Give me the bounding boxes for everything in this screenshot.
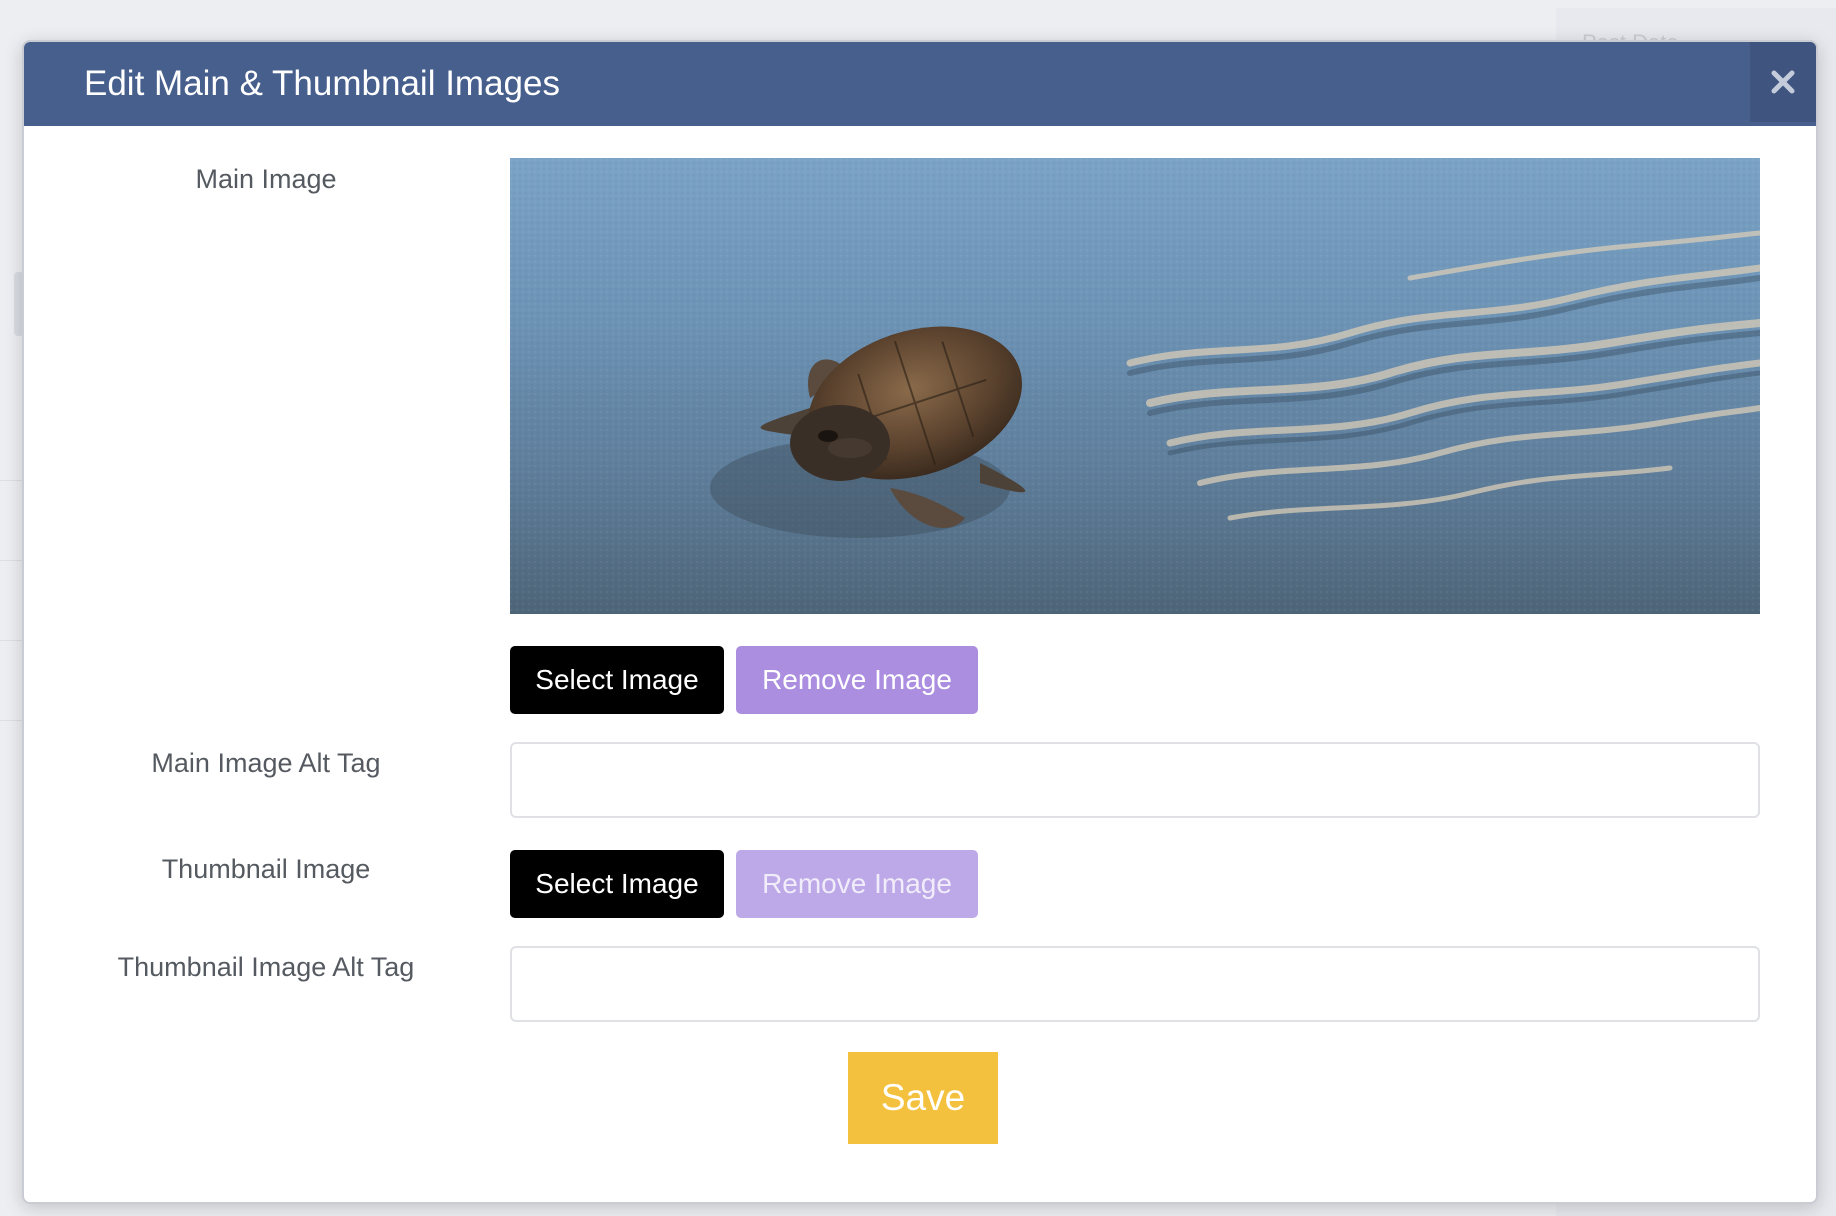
background-divider	[0, 560, 24, 561]
thumbnail-image-label: Thumbnail Image	[161, 854, 371, 884]
modal-title: Edit Main & Thumbnail Images	[84, 64, 560, 103]
close-button[interactable]	[1750, 42, 1816, 122]
sea-turtle-image	[510, 158, 1760, 614]
background-divider	[0, 640, 24, 641]
main-select-image-button[interactable]: Select Image	[510, 646, 724, 714]
main-image-label: Main Image	[195, 164, 337, 194]
close-x-icon	[1771, 70, 1795, 94]
save-button[interactable]: Save	[848, 1052, 998, 1144]
modal-header: Edit Main & Thumbnail Images	[24, 42, 1816, 126]
main-image-alt-input[interactable]	[510, 742, 1760, 818]
main-remove-image-button[interactable]: Remove Image	[736, 646, 978, 714]
background-divider	[0, 720, 24, 721]
thumbnail-select-image-button[interactable]: Select Image	[510, 850, 724, 918]
thumbnail-image-alt-label: Thumbnail Image Alt Tag	[117, 952, 415, 982]
background-divider	[0, 480, 24, 481]
main-image-alt-label: Main Image Alt Tag	[151, 748, 381, 778]
thumbnail-remove-image-button[interactable]: Remove Image	[736, 850, 978, 918]
main-image-preview	[510, 158, 1760, 614]
thumbnail-image-alt-input[interactable]	[510, 946, 1760, 1022]
edit-images-modal: Edit Main & Thumbnail Images Main Image	[22, 40, 1818, 1204]
